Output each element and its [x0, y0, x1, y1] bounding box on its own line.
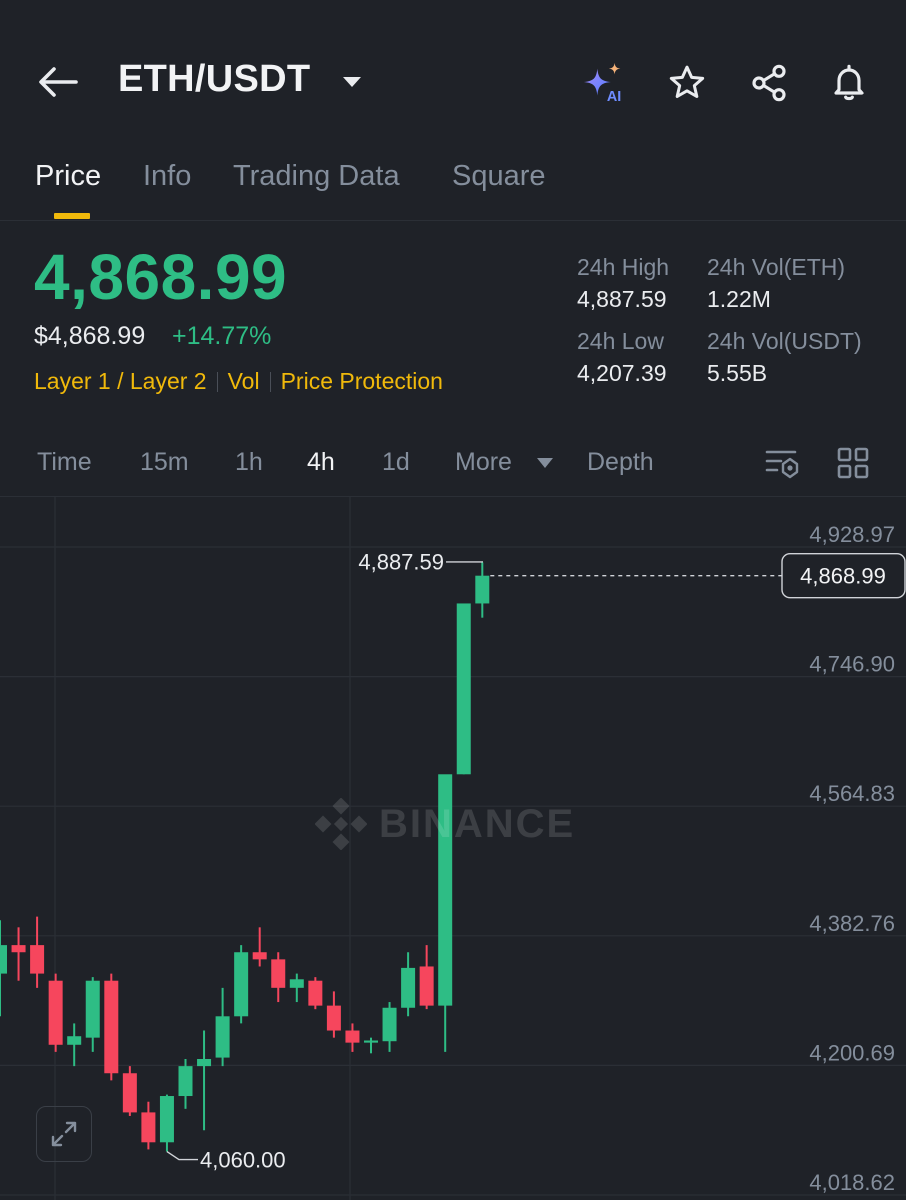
timeframe-1d[interactable]: 1d — [382, 448, 410, 477]
tag-price-protection[interactable]: Price Protection — [281, 368, 443, 395]
candle-body — [141, 1112, 156, 1143]
share-icon — [752, 64, 786, 102]
low-24h-value: 4,207.39 — [577, 360, 667, 386]
timeframe-time[interactable]: Time — [37, 448, 92, 477]
max-marker-line — [446, 561, 483, 563]
candle-body — [234, 952, 249, 1017]
candle-body — [364, 1040, 378, 1043]
ai-label: AI — [607, 89, 621, 105]
timeframe-4h[interactable]: 4h — [307, 448, 335, 477]
candle-body — [67, 1036, 82, 1045]
vol-usdt-value: 5.55B — [707, 360, 768, 386]
candle-body — [271, 959, 286, 988]
candle-body — [85, 980, 100, 1038]
fullscreen-button[interactable] — [36, 1106, 92, 1162]
active-tab-indicator — [54, 213, 90, 219]
candle-body — [289, 979, 304, 988]
y-axis-tick-label: 4,018.62 — [809, 1170, 895, 1195]
candle-body — [475, 575, 490, 604]
candle-body — [308, 980, 323, 1006]
alert-button[interactable] — [826, 60, 872, 106]
timeframe-more[interactable]: More — [455, 448, 512, 477]
low-24h-label: 24h Low — [577, 328, 664, 354]
candle-body — [345, 1030, 360, 1043]
candle-body — [197, 1059, 212, 1067]
back-arrow-icon — [39, 67, 78, 97]
back-button[interactable] — [36, 60, 80, 104]
y-axis-tick-label: 4,200.69 — [809, 1040, 895, 1065]
min-marker-line — [166, 1150, 198, 1161]
candle-body — [11, 945, 26, 953]
high-24h-label: 24h High — [577, 254, 670, 280]
candle-body — [30, 945, 45, 974]
min-price-label: 4,060.00 — [200, 1148, 286, 1173]
tag-vol[interactable]: Vol — [228, 368, 260, 395]
binance-watermark: BINANCE — [315, 798, 575, 850]
candle-body — [178, 1066, 193, 1097]
max-price-label: 4,887.59 — [358, 549, 444, 574]
ai-sparkle-button[interactable]: AI — [582, 60, 628, 106]
share-button[interactable] — [746, 60, 792, 106]
candle-body — [122, 1073, 137, 1113]
last-price: 4,868.99 — [34, 241, 288, 313]
binance-logo-icon — [315, 798, 367, 850]
trading-pair-title[interactable]: ETH/USDT — [118, 58, 310, 101]
indicator-settings-icon[interactable] — [764, 446, 802, 482]
timeframe-15m[interactable]: 15m — [140, 448, 189, 477]
depth-tab[interactable]: Depth — [587, 448, 654, 477]
vol-eth-label: 24h Vol(ETH) — [707, 254, 846, 280]
tag-divider — [216, 371, 218, 392]
candle-body — [326, 1005, 341, 1031]
expand-arrows-icon — [51, 1121, 77, 1147]
candle-body — [456, 603, 471, 775]
layout-grid-icon[interactable] — [836, 446, 870, 480]
candle-body — [159, 1096, 174, 1143]
star-icon — [669, 65, 705, 98]
tab-square[interactable]: Square — [452, 160, 546, 193]
tab-trading-data[interactable]: Trading Data — [233, 160, 400, 193]
timeframe-1h[interactable]: 1h — [235, 448, 263, 477]
candle-body — [419, 966, 434, 1006]
header: ETH/USDT AI — [0, 0, 906, 160]
candle-body — [252, 952, 267, 960]
candle-body — [215, 1016, 230, 1058]
tag-divider — [269, 371, 271, 392]
high-24h-value: 4,887.59 — [577, 286, 667, 312]
last-price-label: 4,868.99 — [800, 564, 886, 589]
candle-body — [0, 945, 7, 974]
bell-icon — [834, 64, 864, 101]
y-axis-tick-label: 4,928.97 — [809, 522, 895, 547]
vol-eth-value: 1.22M — [707, 286, 771, 312]
usd-value: $4,868.99 — [34, 322, 146, 350]
y-axis-tick-label: 4,382.76 — [809, 911, 895, 936]
candle-body — [401, 967, 416, 1008]
pair-dropdown-icon[interactable] — [340, 70, 364, 94]
tag-list: Layer 1 / Layer 2 Vol Price Protection — [34, 368, 443, 395]
tab-price[interactable]: Price — [35, 160, 101, 193]
y-axis-tick-label: 4,564.83 — [809, 781, 895, 806]
y-axis-tick-label: 4,746.90 — [809, 652, 895, 677]
price-change-percent: +14.77% — [172, 322, 272, 350]
more-caret-icon[interactable] — [536, 456, 554, 470]
candle-body — [104, 980, 119, 1074]
watermark-text: BINANCE — [379, 801, 576, 846]
candle-body — [382, 1007, 397, 1042]
ai-sparkle-icon: AI — [583, 62, 621, 105]
vol-usdt-label: 24h Vol(USDT) — [707, 328, 862, 354]
timeframe-bar: Time 15m 1h 4h 1d More Depth — [0, 430, 906, 497]
section-tabs: Price Info Trading Data Square — [0, 150, 906, 221]
tag-layer[interactable]: Layer 1 / Layer 2 — [34, 368, 207, 395]
favorite-button[interactable] — [664, 60, 710, 106]
tab-info[interactable]: Info — [143, 160, 191, 193]
candle-body — [48, 980, 63, 1045]
